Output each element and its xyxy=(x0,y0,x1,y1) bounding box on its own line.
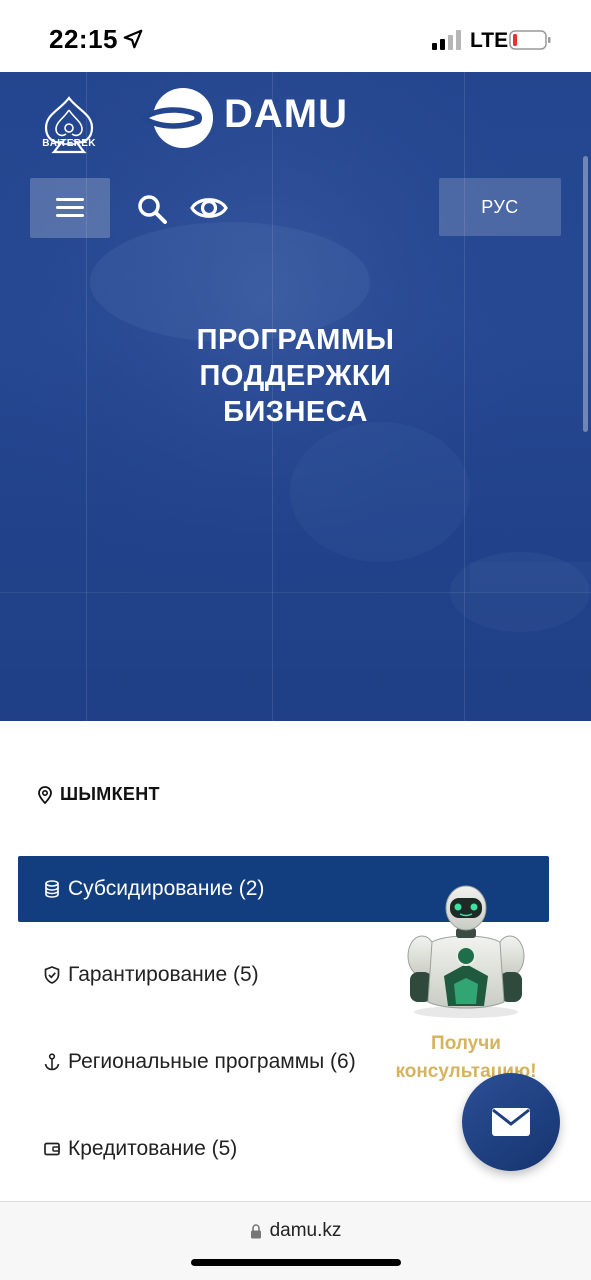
location-label: ШЫМКЕНТ xyxy=(38,784,160,805)
database-icon xyxy=(45,880,59,898)
browser-url-bar[interactable]: damu.kz xyxy=(0,1201,591,1280)
menu-button[interactable] xyxy=(30,178,110,238)
home-indicator[interactable] xyxy=(191,1259,401,1266)
hero-banner: BAITEREK DAMU РУС ПРОГРАММЫ ПОДДЕРЖКИ БИ… xyxy=(0,72,591,721)
url-text[interactable]: damu.kz xyxy=(270,1220,342,1242)
battery-low-icon xyxy=(509,30,551,50)
anchor-icon xyxy=(44,1053,60,1071)
lock-icon xyxy=(250,1223,261,1238)
menu-icon xyxy=(56,198,84,201)
baiterek-label: BAITEREK xyxy=(42,138,96,149)
damu-brand[interactable]: DAMU xyxy=(224,92,348,137)
eye-icon[interactable] xyxy=(190,191,228,225)
status-bar: 22:15 LTE xyxy=(0,0,591,72)
wallet-icon xyxy=(44,1142,60,1156)
language-button[interactable]: РУС xyxy=(439,178,561,236)
signal-icon xyxy=(432,30,461,50)
robot-assistant-icon[interactable] xyxy=(406,884,526,1019)
location-arrow-icon xyxy=(123,29,143,49)
damu-logo-emblem[interactable] xyxy=(139,86,215,150)
map-pin-icon xyxy=(38,785,52,804)
baiterek-logo xyxy=(44,96,94,154)
shield-check-icon xyxy=(44,966,60,984)
mail-icon xyxy=(492,1108,530,1136)
status-time: 22:15 xyxy=(49,24,118,54)
city-name: ШЫМКЕНТ xyxy=(60,784,160,804)
network-type: LTE xyxy=(470,29,509,52)
search-icon[interactable] xyxy=(136,193,168,225)
page-title: ПРОГРАММЫ ПОДДЕРЖКИ БИЗНЕСА xyxy=(196,324,395,428)
contact-mail-button[interactable] xyxy=(462,1073,560,1171)
scrollbar[interactable] xyxy=(583,156,588,432)
